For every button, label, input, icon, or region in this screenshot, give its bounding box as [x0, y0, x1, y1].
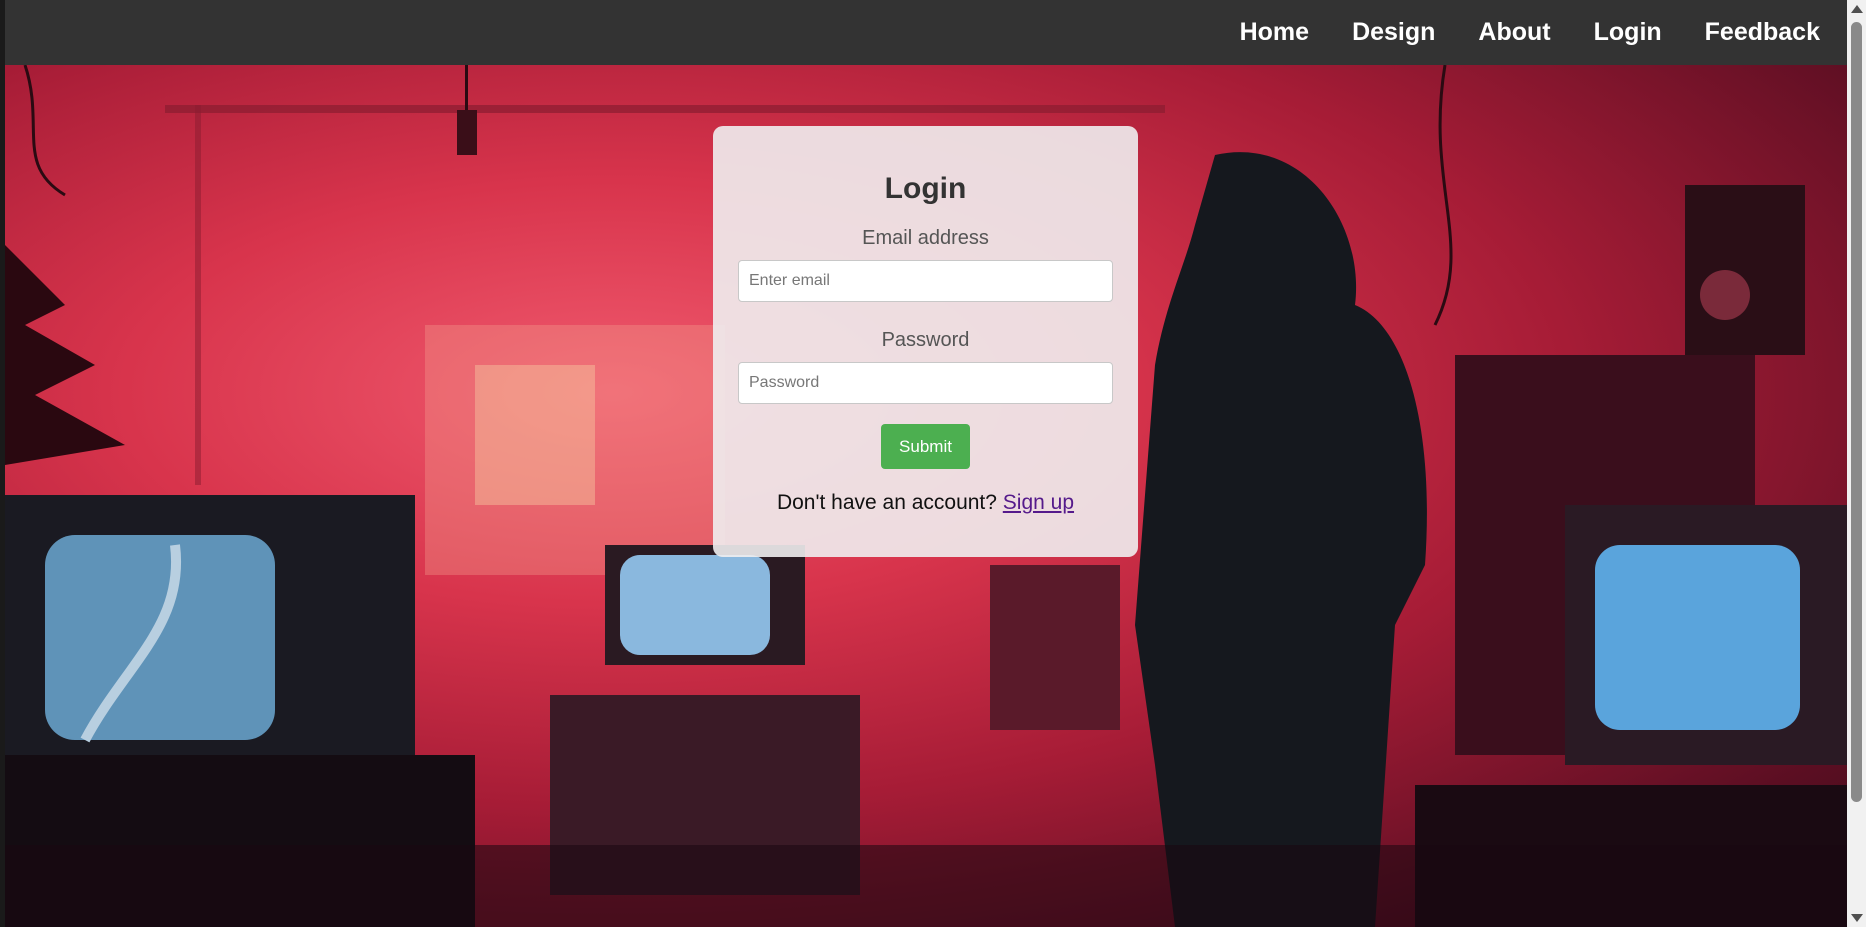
center-tv-screen — [620, 555, 770, 655]
scrollbar-thumb[interactable] — [1851, 22, 1862, 802]
woman-silhouette — [1135, 152, 1427, 927]
left-tv-screen — [45, 535, 275, 740]
speaker-box — [1685, 185, 1805, 355]
speaker-cone — [1700, 270, 1750, 320]
email-input[interactable] — [738, 260, 1113, 302]
nav-feedback-link[interactable]: Feedback — [1705, 0, 1820, 65]
wall-box — [990, 565, 1120, 730]
scroll-down-arrow-icon[interactable] — [1851, 914, 1863, 922]
poster-shape — [475, 365, 595, 505]
floor-shadow — [5, 845, 1847, 927]
wall-pipe — [195, 105, 201, 485]
top-navbar: Home Design About Login Feedback — [5, 0, 1847, 65]
right-tv-screen — [1595, 545, 1800, 730]
submit-button[interactable]: Submit — [881, 424, 970, 469]
login-card: Login Email address Password Submit Don'… — [713, 126, 1138, 557]
email-label: Email address — [862, 227, 989, 249]
hanging-wire — [1433, 65, 1453, 326]
lamp-cord — [465, 65, 468, 110]
ceiling-beam — [165, 105, 1165, 113]
hanging-lamp — [457, 110, 477, 155]
signup-link[interactable]: Sign up — [1003, 491, 1074, 514]
nav-about-link[interactable]: About — [1478, 0, 1550, 65]
scroll-up-arrow-icon[interactable] — [1851, 5, 1863, 13]
signup-row: Don't have an account? Sign up — [738, 491, 1113, 515]
plant-silhouette — [5, 245, 125, 465]
password-input[interactable] — [738, 362, 1113, 404]
nav-login-link[interactable]: Login — [1594, 0, 1662, 65]
nav-home-link[interactable]: Home — [1240, 0, 1309, 65]
nav-design-link[interactable]: Design — [1352, 0, 1435, 65]
vertical-scrollbar[interactable] — [1847, 0, 1866, 927]
password-label: Password — [881, 329, 970, 351]
hanging-wire — [23, 65, 66, 197]
login-title: Login — [884, 172, 967, 205]
signup-prompt: Don't have an account? — [776, 491, 997, 514]
